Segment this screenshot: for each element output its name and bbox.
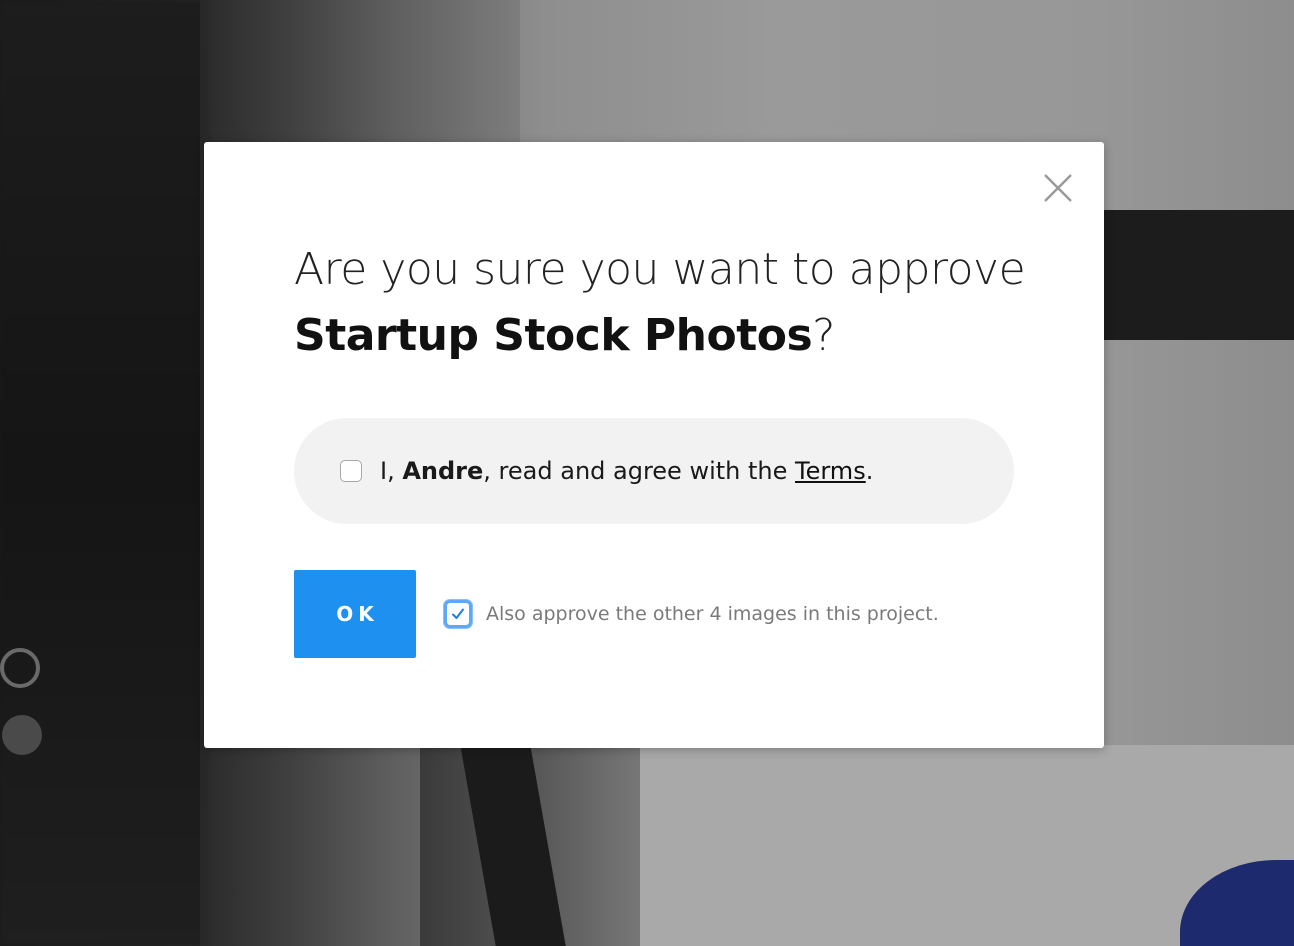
close-icon [1044, 174, 1072, 202]
background-shade-left [0, 0, 210, 946]
ok-button[interactable]: OK [294, 570, 416, 658]
user-name: Andre [402, 457, 484, 485]
checkmark-icon [452, 608, 464, 619]
terms-agreement-row[interactable]: I, Andre, read and agree with the Terms. [294, 418, 1014, 524]
heading-question: Are you sure you want to approve [294, 244, 1026, 295]
project-name: Startup Stock Photos [294, 310, 813, 361]
also-approve-row[interactable]: Also approve the other 4 images in this … [444, 600, 939, 628]
heading-question-mark: ? [812, 310, 836, 361]
terms-prefix: I, [380, 457, 403, 485]
also-approve-label: Also approve the other 4 images in this … [486, 603, 939, 625]
approve-dialog: Are you sure you want to approve Startup… [204, 142, 1104, 748]
background-dot [2, 715, 42, 755]
background-bar [1090, 210, 1294, 340]
terms-middle: , read and agree with the [483, 457, 796, 485]
close-button[interactable] [1040, 170, 1076, 206]
terms-suffix: . [865, 457, 874, 485]
terms-label: I, Andre, read and agree with the Terms. [380, 457, 873, 485]
background-ring [0, 648, 40, 688]
also-approve-checkbox[interactable] [444, 600, 472, 628]
terms-checkbox[interactable] [340, 460, 362, 482]
dialog-heading: Are you sure you want to approve Startup… [294, 237, 1054, 369]
terms-link[interactable]: Terms [795, 457, 866, 485]
